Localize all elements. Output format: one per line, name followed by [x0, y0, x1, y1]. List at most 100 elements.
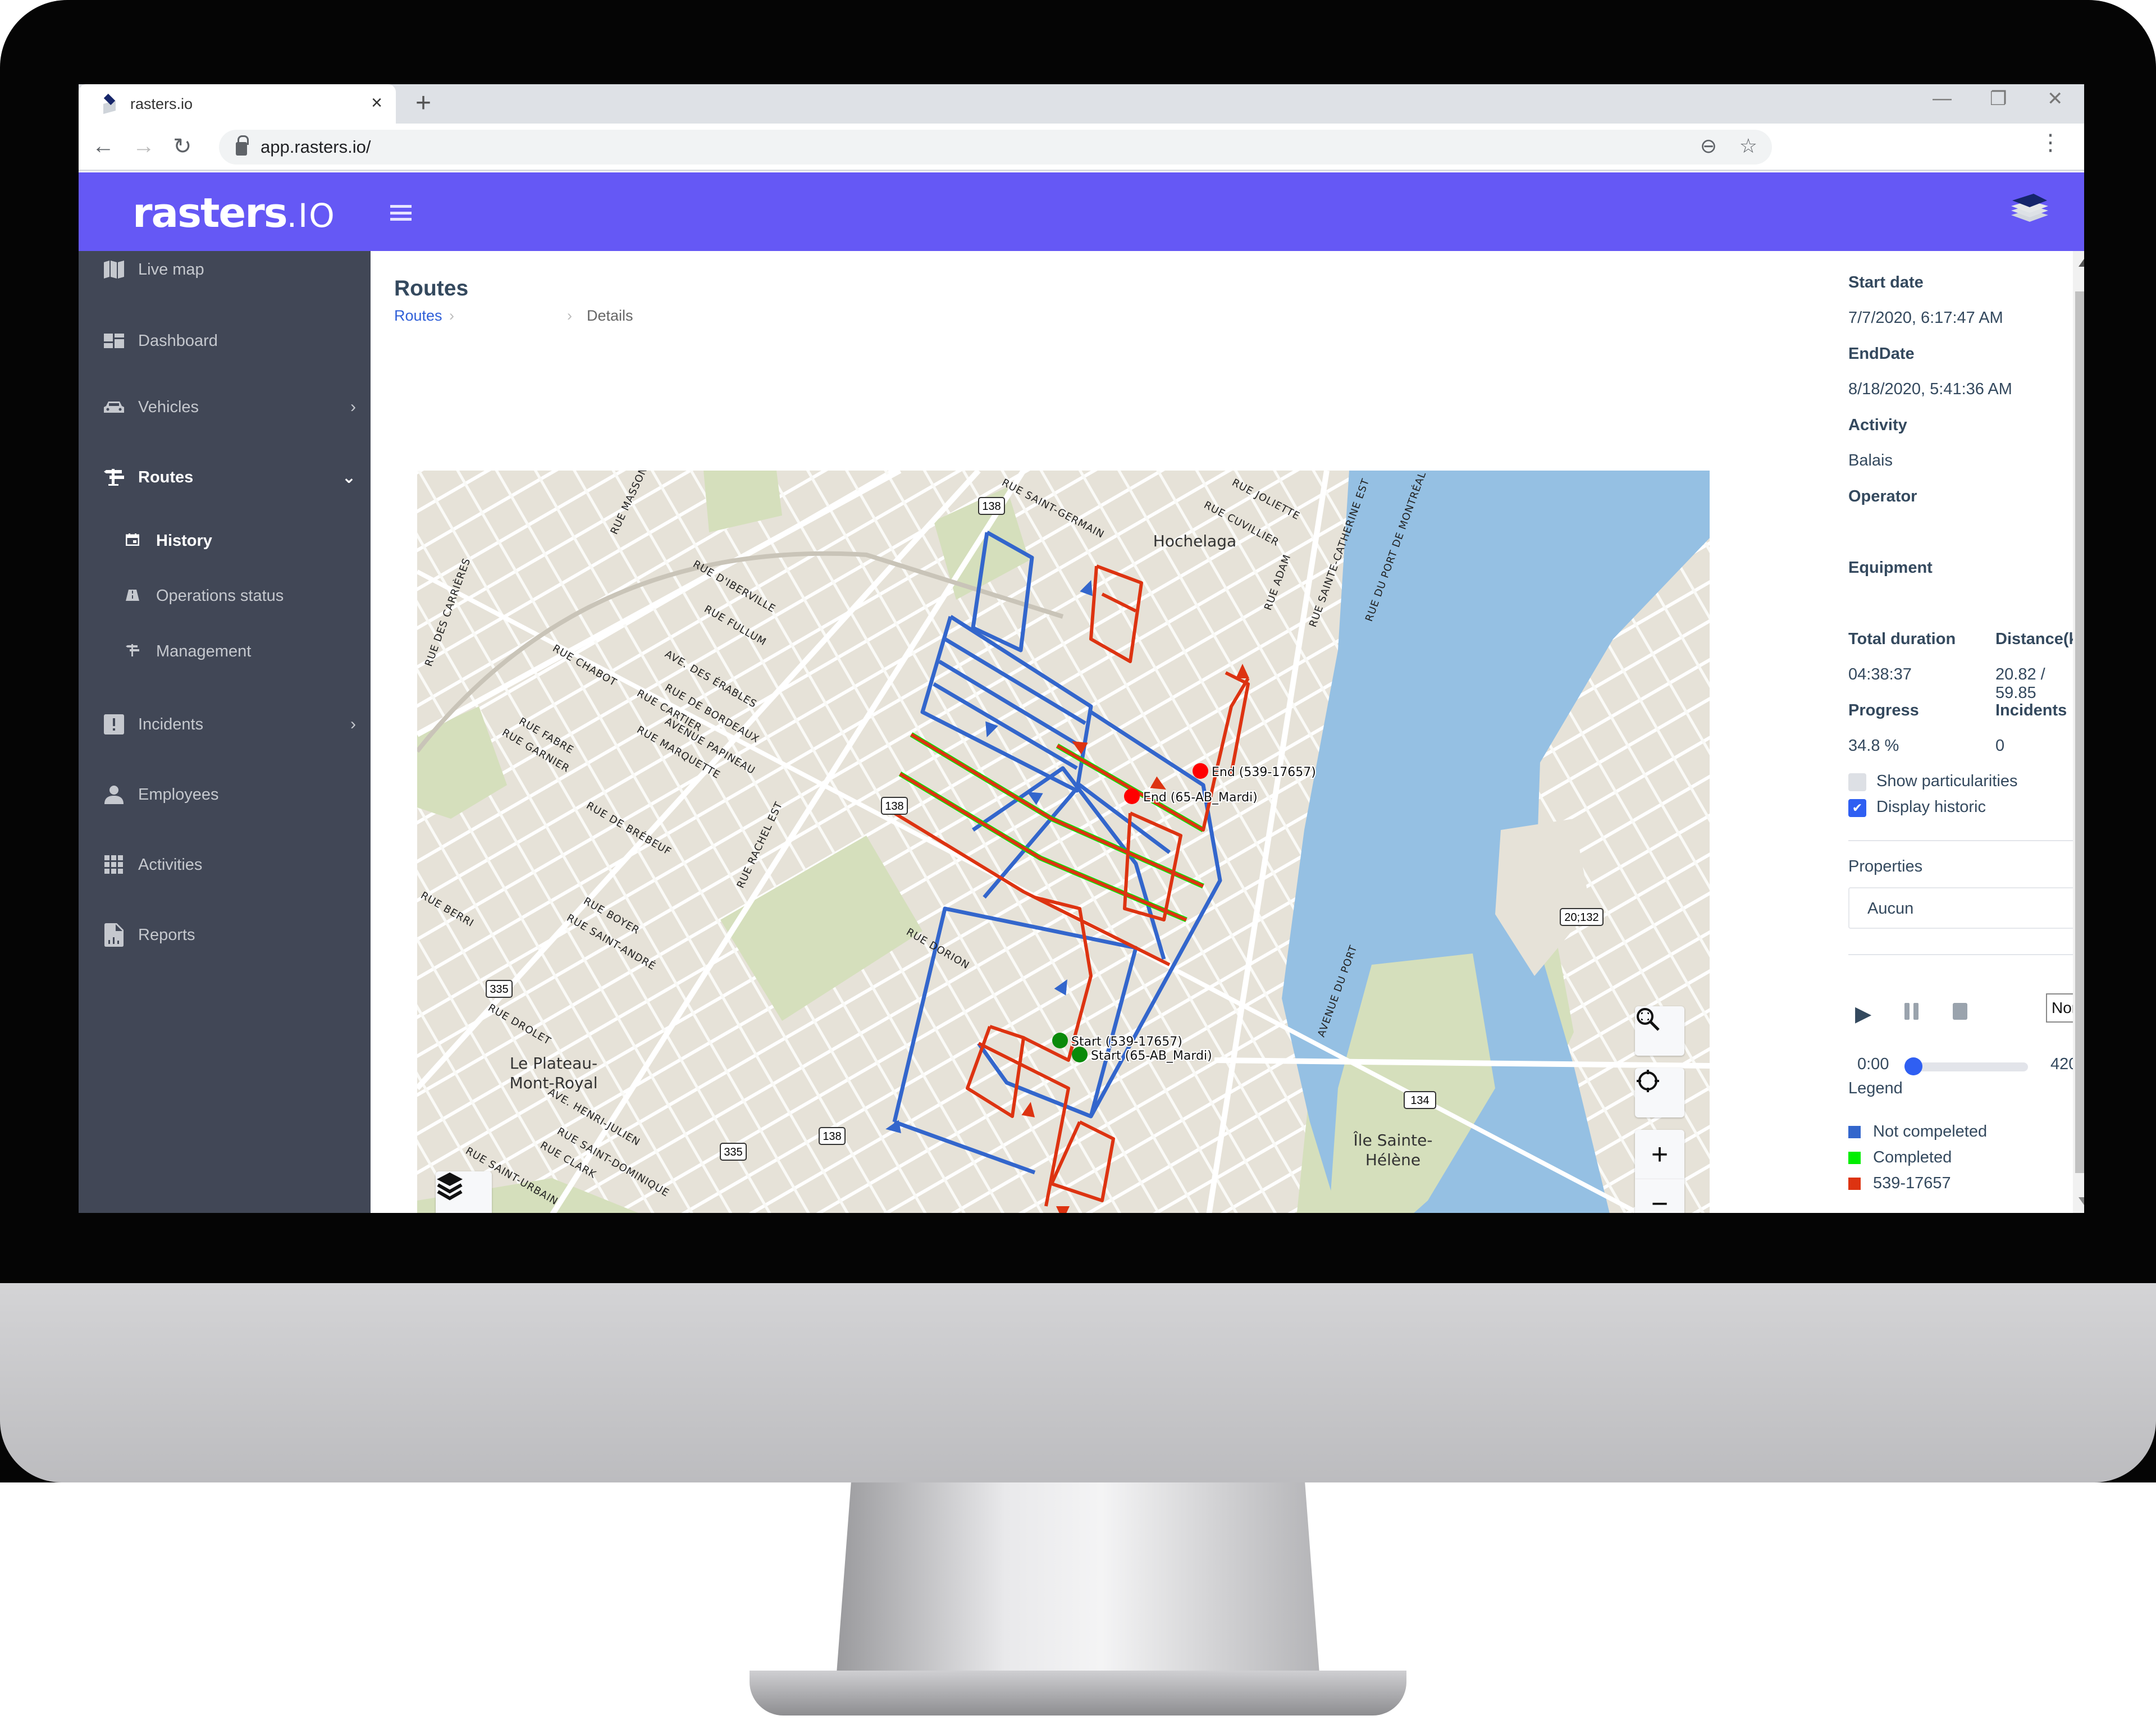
legend-item-not-completed: Not compeleted [1848, 1123, 1987, 1141]
zoom-out-button[interactable]: − [1635, 1179, 1684, 1213]
shield-label: 335 [490, 983, 508, 996]
activity-label: Activity [1848, 416, 1907, 434]
close-tab-icon[interactable]: × [371, 92, 382, 114]
sidebar-item-employees[interactable]: Employees [103, 784, 356, 805]
restore-icon[interactable]: ❐ [1990, 88, 2007, 110]
sidebar-item-reports[interactable]: Reports [103, 923, 356, 947]
display-historic-checkbox[interactable]: ✔ [1848, 799, 1866, 817]
pause-icon [1904, 1003, 1919, 1020]
start-marker-539-17657 [1052, 1033, 1068, 1048]
lock-icon [236, 135, 249, 156]
total-duration-value: 04:38:37 [1848, 665, 1912, 683]
forward-icon[interactable]: → [133, 134, 155, 159]
playback-slider-thumb[interactable] [1904, 1057, 1922, 1075]
sidebar-item-incidents[interactable]: Incidents › [103, 714, 356, 734]
progress-value: 34.8 % [1848, 737, 1899, 755]
map-canvas[interactable]: 138 138 138 335 335 134 20;132 Hochelaga… [417, 471, 1710, 1213]
end-marker-label: End (65-AB_Mardi) [1143, 791, 1258, 805]
sidebar-item-activities[interactable]: Activities [103, 855, 356, 875]
browser-tab[interactable]: rasters.io × [79, 84, 396, 124]
sidebar-item-vehicles[interactable]: Vehicles › [103, 397, 356, 417]
new-tab-button[interactable]: + [415, 88, 431, 118]
sidebar-item-label: Routes [138, 468, 194, 486]
browser-menu-icon[interactable]: ⋮ [2039, 131, 2062, 154]
legend-label: 539-17657 [1873, 1174, 1951, 1192]
progress-label: Progress [1848, 701, 1919, 719]
legend-swatch [1848, 1177, 1861, 1190]
page-scrollbar[interactable] [2073, 251, 2084, 1213]
shield-label: 138 [823, 1130, 841, 1143]
page-title: Routes [394, 276, 469, 300]
app-logo[interactable]: rasters.IO [133, 189, 336, 236]
distance-value: 20.82 / 59.85 [1995, 665, 2045, 702]
legend-label: Completed [1873, 1148, 1952, 1166]
divider [1848, 954, 2084, 955]
calendar-icon [125, 532, 140, 550]
signpost-icon [126, 642, 139, 661]
back-icon[interactable]: ← [92, 134, 115, 159]
legend-item-completed: Completed [1848, 1148, 1952, 1167]
map-icon [103, 259, 125, 280]
layers-button[interactable] [436, 1171, 492, 1213]
subitem-label: Operations status [156, 587, 284, 605]
sidebar-item-routes[interactable]: Routes ⌄ [103, 467, 356, 487]
sidebar-item-label: Live map [138, 260, 204, 279]
address-bar[interactable]: app.rasters.io/ ⊖ ☆ [219, 130, 1772, 165]
show-particularities-label[interactable]: Show particularities [1876, 772, 2017, 791]
playback-slider[interactable] [1904, 1057, 2028, 1075]
distance-label: Distance(km) [1995, 630, 2084, 648]
sidebar-item-label: Employees [138, 785, 219, 804]
sidebar-item-live-map[interactable]: Live map [103, 259, 356, 280]
legend-swatch [1848, 1125, 1861, 1138]
main-content: Routes Routes › › Details 138 138 138 33… [371, 251, 2084, 1213]
stop-icon [1953, 1003, 1967, 1020]
route-map[interactable]: 138 138 138 335 335 134 20;132 Hochelaga… [417, 471, 1710, 1213]
stop-button[interactable] [1953, 1001, 1967, 1025]
scroll-down-icon[interactable] [2079, 1197, 2084, 1205]
pause-button[interactable] [1904, 1001, 1919, 1025]
report-icon [103, 923, 125, 947]
browser-tab-bar: rasters.io × + — ❐ ✕ [79, 84, 2084, 124]
properties-select-value: Aucun [1867, 900, 1914, 918]
shield-label: 138 [885, 800, 903, 813]
monitor-stand [837, 1482, 1319, 1673]
chevron-down-icon: ⌄ [341, 468, 356, 487]
locate-button[interactable] [1635, 1068, 1684, 1117]
sidebar-item-dashboard[interactable]: Dashboard [103, 331, 356, 351]
reload-icon[interactable]: ↻ [173, 134, 192, 159]
show-particularities-checkbox[interactable] [1848, 773, 1866, 791]
minimize-icon[interactable]: — [1933, 88, 1952, 110]
zoom-extent-button[interactable] [1635, 1006, 1684, 1056]
zoom-out-page-icon[interactable]: ⊖ [1700, 134, 1717, 158]
chevron-right-icon: › [350, 398, 356, 416]
properties-select[interactable]: Aucun ⌄ [1848, 887, 2084, 929]
alert-icon [103, 714, 125, 734]
layers-logo-icon[interactable] [2010, 193, 2049, 233]
locate-icon [1637, 1070, 1659, 1092]
bookmark-star-icon[interactable]: ☆ [1739, 134, 1757, 158]
menu-toggle-icon[interactable] [390, 205, 412, 221]
end-marker-label: End (539-17657) [1212, 765, 1316, 779]
start-marker-65-ab-mardi [1072, 1047, 1088, 1062]
sidebar-subitem-operations-status[interactable]: Operations status [126, 587, 284, 605]
activity-value: Balais [1848, 451, 1893, 469]
sidebar-subitem-history[interactable]: History [125, 532, 212, 550]
scroll-up-icon[interactable] [2079, 259, 2084, 267]
incidents-label: Incidents [1995, 701, 2067, 719]
end-marker-539-17657 [1193, 763, 1208, 779]
legend-item-539-17657: 539-17657 [1848, 1174, 1951, 1193]
shield-label: 335 [724, 1146, 742, 1158]
car-icon [103, 397, 125, 417]
app-header: rasters.IO [79, 172, 2084, 251]
breadcrumb-routes-link[interactable]: Routes [394, 307, 442, 325]
window-close-icon[interactable]: ✕ [2047, 88, 2063, 110]
play-button[interactable]: ▶ [1855, 1001, 1871, 1026]
scrollbar-thumb[interactable] [2075, 291, 2084, 1173]
sidebar-subitem-management[interactable]: Management [126, 642, 251, 661]
display-historic-label[interactable]: Display historic [1876, 798, 1986, 816]
checkmark-icon: ✔ [1852, 801, 1863, 815]
url-text: app.rasters.io/ [261, 137, 371, 157]
place-label-plateau: Le Plateau- [510, 1054, 597, 1073]
zoom-in-button[interactable]: + [1635, 1130, 1684, 1179]
total-duration-label: Total duration [1848, 630, 1956, 648]
